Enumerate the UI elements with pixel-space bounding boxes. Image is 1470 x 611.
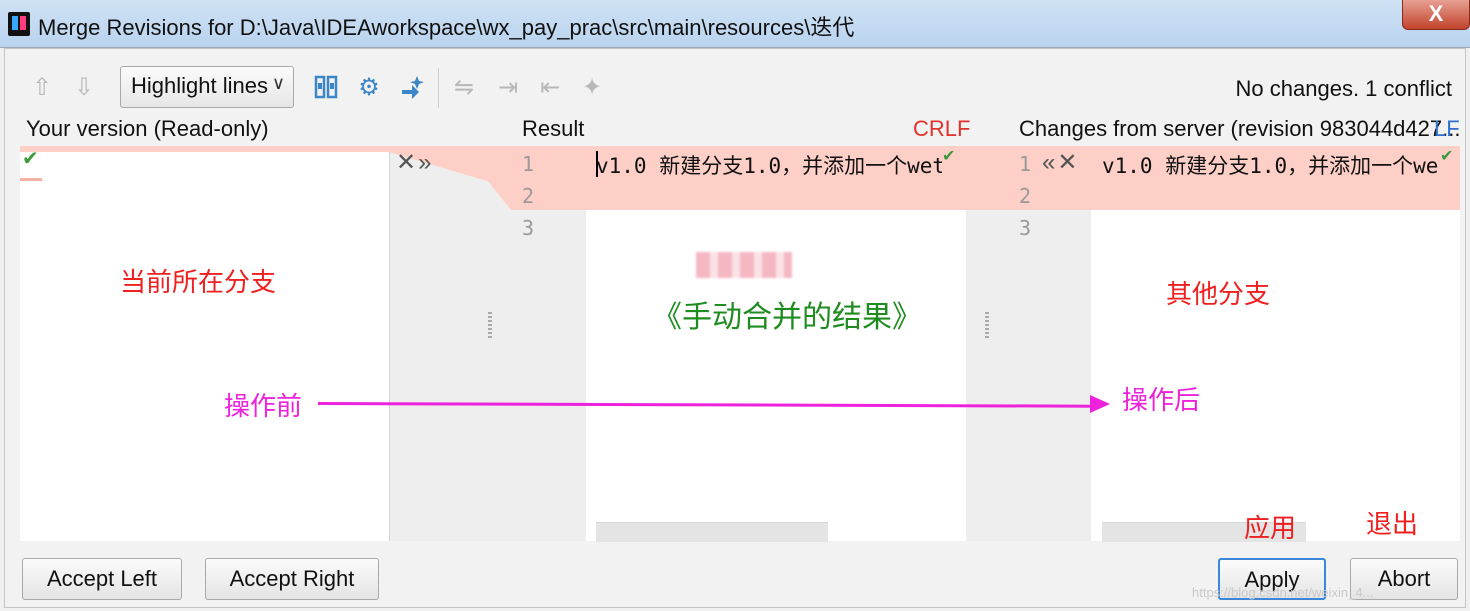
server-code-line: v1.0 新建分支1.0，并添加一个we (1102, 154, 1438, 178)
apply-non-conflicting-icon[interactable]: ⇋ (450, 74, 478, 102)
title-bar: Merge Revisions for D:\Java\IDEAworkspac… (0, 0, 1470, 48)
result-line-number: 2 (522, 184, 535, 208)
left-pane-header: Your version (Read-only) (26, 116, 269, 141)
intellij-app-icon (8, 12, 30, 36)
server-line-number: 3 (1019, 216, 1032, 240)
result-pane-header: Result (522, 116, 585, 141)
result-code-line[interactable]: v1.0 新建分支1.0，并添加一个wet (596, 150, 942, 180)
highlight-mode-value: Highlight lines (131, 73, 268, 98)
annotation-exit: 退出 (1366, 509, 1419, 539)
annotation-other-branch: 其他分支 (1166, 279, 1271, 309)
redacted-text (696, 252, 792, 278)
right-line-separator[interactable]: LF (1434, 116, 1460, 142)
toolbar-separator (438, 68, 439, 108)
side-by-side-icon[interactable] (312, 74, 340, 102)
left-conflict-highlight (20, 146, 390, 152)
window-close-button[interactable]: X (1402, 0, 1470, 30)
annotation-current-branch: 当前所在分支 (120, 267, 277, 297)
server-line-number: 2 (1019, 184, 1032, 208)
result-line-separator[interactable]: CRLF (913, 116, 970, 142)
annotation-apply: 应用 (1244, 513, 1297, 543)
text-caret (596, 151, 598, 177)
your-version-editor[interactable] (20, 146, 390, 541)
result-line-number: 3 (522, 216, 535, 240)
result-line-number: 1 (522, 152, 535, 176)
result-horizontal-scrollbar[interactable] (596, 522, 828, 542)
left-ignore-apply-controls[interactable]: ✕» (396, 148, 433, 177)
splitter-grip[interactable] (488, 312, 492, 340)
splitter-grip[interactable] (985, 312, 989, 340)
right-apply-ignore-controls[interactable]: «✕ (1042, 148, 1079, 177)
annotation-before-operation: 操作前 (224, 391, 303, 421)
watermark: https://blog.csdn.net/weixin_4... (1192, 585, 1374, 600)
apply-left-icon[interactable]: ⇥ (494, 74, 522, 102)
arrow-up-icon[interactable]: ⇧ (28, 74, 56, 102)
magic-wand-icon[interactable]: ✦ (578, 74, 606, 102)
right-pane-header: Changes from server (revision 983044d427… (1019, 116, 1461, 141)
annotation-arrow-head (1090, 395, 1110, 413)
accept-left-button[interactable]: Accept Left (22, 558, 182, 600)
left-check-icon[interactable]: ✔ (22, 146, 39, 171)
left-conflict-marker (20, 178, 42, 181)
server-check-icon[interactable]: ✔ (1440, 146, 1453, 166)
merge-status: No changes. 1 conflict (1235, 76, 1452, 101)
gear-icon[interactable]: ⚙ (355, 74, 383, 102)
arrow-down-icon[interactable]: ⇩ (70, 74, 98, 102)
annotation-after-operation: 操作后 (1122, 385, 1201, 415)
result-check-icon[interactable]: ✔ (942, 146, 955, 166)
chevron-down-icon: ∨ (271, 73, 285, 93)
apply-right-icon[interactable]: ⇤ (536, 74, 564, 102)
annotation-manual-merge-result: 《手动合并的结果》 (652, 301, 922, 334)
highlight-mode-select[interactable]: Highlight lines ∨ (120, 66, 294, 108)
window-title: Merge Revisions for D:\Java\IDEAworkspac… (38, 15, 855, 40)
magic-resolve-icon[interactable] (398, 74, 426, 102)
accept-right-button[interactable]: Accept Right (205, 558, 379, 600)
server-line-number: 1 (1019, 152, 1032, 176)
